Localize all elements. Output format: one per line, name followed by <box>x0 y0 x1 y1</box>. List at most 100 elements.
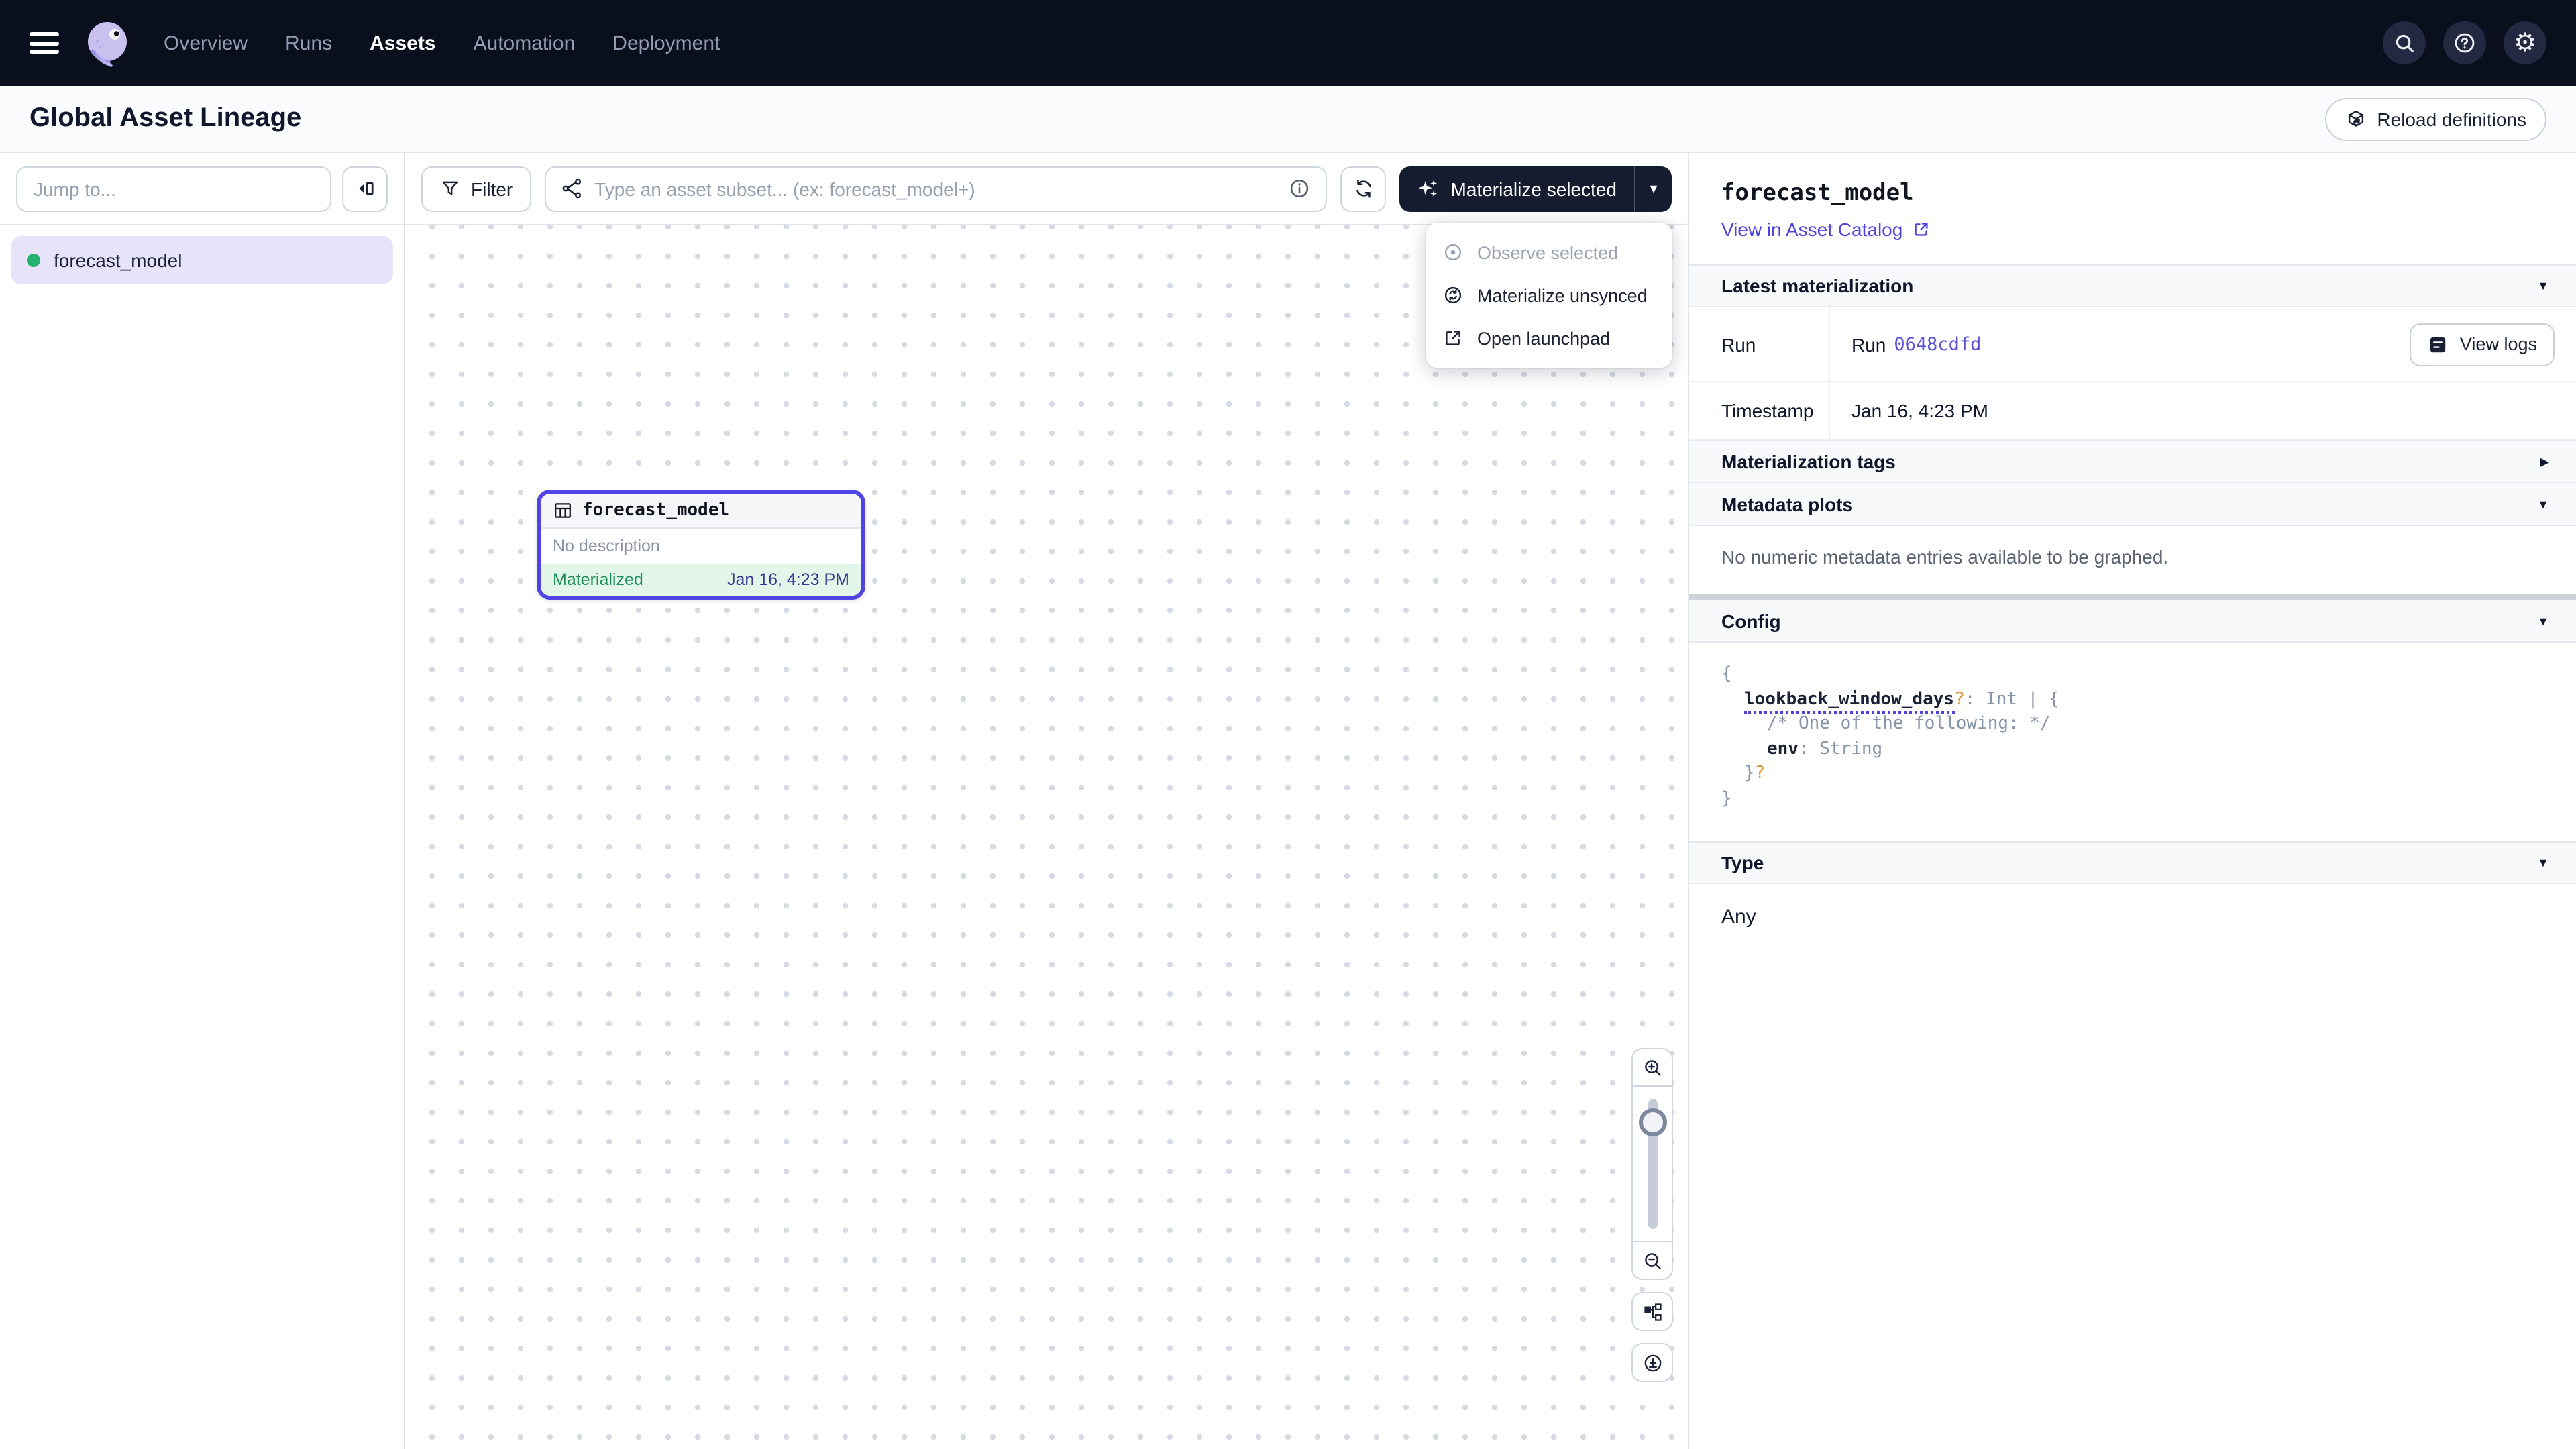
settings-button[interactable]: ⚙ <box>2504 21 2546 64</box>
materialize-selected-label: Materialize selected <box>1451 178 1617 199</box>
help-button[interactable] <box>2443 21 2486 64</box>
materialize-dropdown-menu: Observe selected Materialize unsynced <box>1426 223 1672 368</box>
run-prefix: Run <box>1851 333 1886 355</box>
menu-item-label: Observe selected <box>1477 242 1618 262</box>
code-token: ? <box>1954 689 1965 709</box>
section-materialization-tags[interactable]: Materialization tags ▶ <box>1689 440 2576 483</box>
nav-item-deployment[interactable]: Deployment <box>612 32 720 54</box>
asset-list: forecast_model <box>0 225 404 295</box>
view-logs-button[interactable]: View logs <box>2410 323 2555 366</box>
zoom-out-button[interactable] <box>1633 1241 1672 1279</box>
rearrange-graph-button[interactable] <box>1631 1292 1673 1331</box>
code-token: : String <box>1799 739 1882 759</box>
zoom-slider-thumb[interactable] <box>1638 1108 1666 1136</box>
section-metadata-plots[interactable]: Metadata plots ▼ <box>1689 483 2576 526</box>
section-label: Type <box>1721 852 1764 873</box>
filter-icon <box>440 178 460 199</box>
type-value: Any <box>1689 884 2576 950</box>
graph-toolbar: Filter <box>405 153 1688 225</box>
menu-item-label: Open launchpad <box>1477 328 1610 348</box>
chevron-down-icon: ▼ <box>2537 856 2549 869</box>
nav-item-runs[interactable]: Runs <box>285 32 332 54</box>
menu-item-open-launchpad[interactable]: Open launchpad <box>1426 317 1672 360</box>
section-type[interactable]: Type ▼ <box>1689 841 2576 884</box>
refresh-button[interactable] <box>1341 166 1387 211</box>
nav-item-overview[interactable]: Overview <box>164 32 248 54</box>
asset-details-panel: forecast_model View in Asset Catalog Lat… <box>1689 153 2576 1449</box>
sidebar-top-row <box>0 153 404 225</box>
catalog-link-label: View in Asset Catalog <box>1721 219 1902 240</box>
asset-list-item-forecast-model[interactable]: forecast_model <box>11 236 393 284</box>
search-icon <box>2393 32 2416 54</box>
caret-down-icon: ▾ <box>1650 180 1657 197</box>
zoom-in-icon <box>1642 1057 1663 1078</box>
table-icon <box>553 500 573 521</box>
asset-node-forecast-model[interactable]: forecast_model No description Materializ… <box>537 490 865 600</box>
asset-node-title: forecast_model <box>582 500 729 521</box>
collapse-sidebar-button[interactable] <box>342 166 388 211</box>
status-dot <box>27 254 40 267</box>
run-id-link[interactable]: 0648cdfd <box>1894 333 1981 355</box>
reload-definitions-button[interactable]: Reload definitions <box>2324 97 2546 140</box>
open-launchpad-icon <box>1442 327 1464 349</box>
section-label: Metadata plots <box>1721 493 1853 515</box>
asset-node-status-row: Materialized Jan 16, 4:23 PM <box>541 564 861 596</box>
download-image-button[interactable] <box>1631 1343 1673 1382</box>
external-link-icon <box>1912 220 1931 239</box>
panel-splitter[interactable] <box>1689 594 2576 600</box>
view-logs-label: View logs <box>2460 334 2537 354</box>
zoom-out-icon <box>1642 1250 1663 1271</box>
details-header: forecast_model View in Asset Catalog <box>1689 153 2576 264</box>
timestamp-row: Timestamp Jan 16, 4:23 PM <box>1689 382 2576 440</box>
metadata-plots-empty-text: No numeric metadata entries available to… <box>1689 526 2576 594</box>
view-in-asset-catalog-link[interactable]: View in Asset Catalog <box>1721 219 1931 240</box>
code-token: } <box>1744 763 1755 784</box>
gear-icon: ⚙ <box>2514 30 2536 56</box>
asset-subset-searchbox <box>545 166 1327 211</box>
filter-button[interactable]: Filter <box>421 166 531 211</box>
refresh-icon <box>1352 177 1375 200</box>
code-comment: /* One of the following: */ <box>1767 714 2051 734</box>
help-icon <box>2453 31 2477 55</box>
download-icon <box>1642 1352 1663 1373</box>
zoom-in-button[interactable] <box>1633 1049 1672 1087</box>
config-key-lookback-window-days[interactable]: lookback_window_days <box>1744 689 1954 713</box>
code-token: ? <box>1755 763 1766 784</box>
chevron-down-icon: ▼ <box>2537 497 2549 511</box>
nav-item-automation[interactable]: Automation <box>474 32 576 54</box>
chevron-down-icon: ▼ <box>2537 279 2549 292</box>
collapse-panel-icon <box>354 177 376 200</box>
menu-item-materialize-unsynced[interactable]: Materialize unsynced <box>1426 274 1672 317</box>
observe-icon <box>1442 241 1464 263</box>
materialize-selected-button[interactable]: Materialize selected <box>1400 166 1634 211</box>
run-row: Run Run 0648cdfd View logs <box>1689 307 2576 382</box>
code-token: } <box>1721 788 1732 808</box>
run-row-value: Run 0648cdfd View logs <box>1830 307 2576 381</box>
section-latest-materialization[interactable]: Latest materialization ▼ <box>1689 264 2576 307</box>
zoom-slider[interactable] <box>1633 1087 1672 1241</box>
section-config[interactable]: Config ▼ <box>1689 600 2576 643</box>
reload-definitions-label: Reload definitions <box>2377 108 2526 129</box>
menu-item-label: Materialize unsynced <box>1477 285 1648 305</box>
menu-item-observe-selected[interactable]: Observe selected <box>1426 231 1672 274</box>
asset-node-description: No description <box>541 529 861 564</box>
materialize-dropdown-toggle[interactable]: ▾ <box>1635 166 1672 211</box>
chevron-right-icon: ▶ <box>2540 454 2549 469</box>
jump-to-input[interactable] <box>16 166 331 211</box>
canvas-controls <box>1631 1048 1673 1382</box>
asset-node-timestamp: Jan 16, 4:23 PM <box>727 570 849 589</box>
asset-subset-input[interactable] <box>594 178 1277 199</box>
section-label: Config <box>1721 610 1781 631</box>
page-header: Global Asset Lineage Reload definitions <box>0 86 2576 153</box>
section-label: Latest materialization <box>1721 275 1913 297</box>
lineage-canvas[interactable]: forecast_model No description Materializ… <box>405 225 1688 1449</box>
materialize-selected-split-button: Materialize selected ▾ <box>1400 166 1672 211</box>
nav-item-assets[interactable]: Assets <box>370 32 435 54</box>
hamburger-menu-icon[interactable] <box>30 32 59 54</box>
search-button[interactable] <box>2383 21 2426 64</box>
info-icon[interactable] <box>1289 177 1311 200</box>
dagster-logo[interactable] <box>80 16 134 70</box>
chevron-down-icon: ▼ <box>2537 614 2549 627</box>
code-token: : Int | { <box>1965 689 2059 709</box>
code-token: { <box>1721 664 1732 684</box>
